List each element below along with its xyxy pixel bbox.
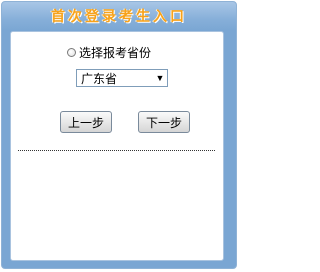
province-radio-option[interactable]: 选择报考省份 [67, 44, 151, 60]
prev-step-button[interactable]: 上一步 [60, 111, 112, 133]
chevron-down-icon[interactable]: ▼ [153, 73, 167, 83]
radio-label: 选择报考省份 [79, 45, 152, 60]
radio-button[interactable] [67, 47, 76, 57]
dotted-divider [18, 150, 215, 151]
login-panel: 首次登录考生入口 选择报考省份 广东省 ▼ 上一步 下一步 [1, 1, 237, 269]
next-step-button[interactable]: 下一步 [138, 111, 190, 133]
panel-header: 首次登录考生入口 [2, 2, 236, 31]
panel-content: 选择报考省份 广东省 ▼ 上一步 下一步 [10, 31, 224, 261]
province-select-value: 广东省 [81, 71, 118, 86]
page-title: 首次登录考生入口 [51, 9, 187, 25]
province-select[interactable]: 广东省 ▼ [76, 69, 168, 87]
